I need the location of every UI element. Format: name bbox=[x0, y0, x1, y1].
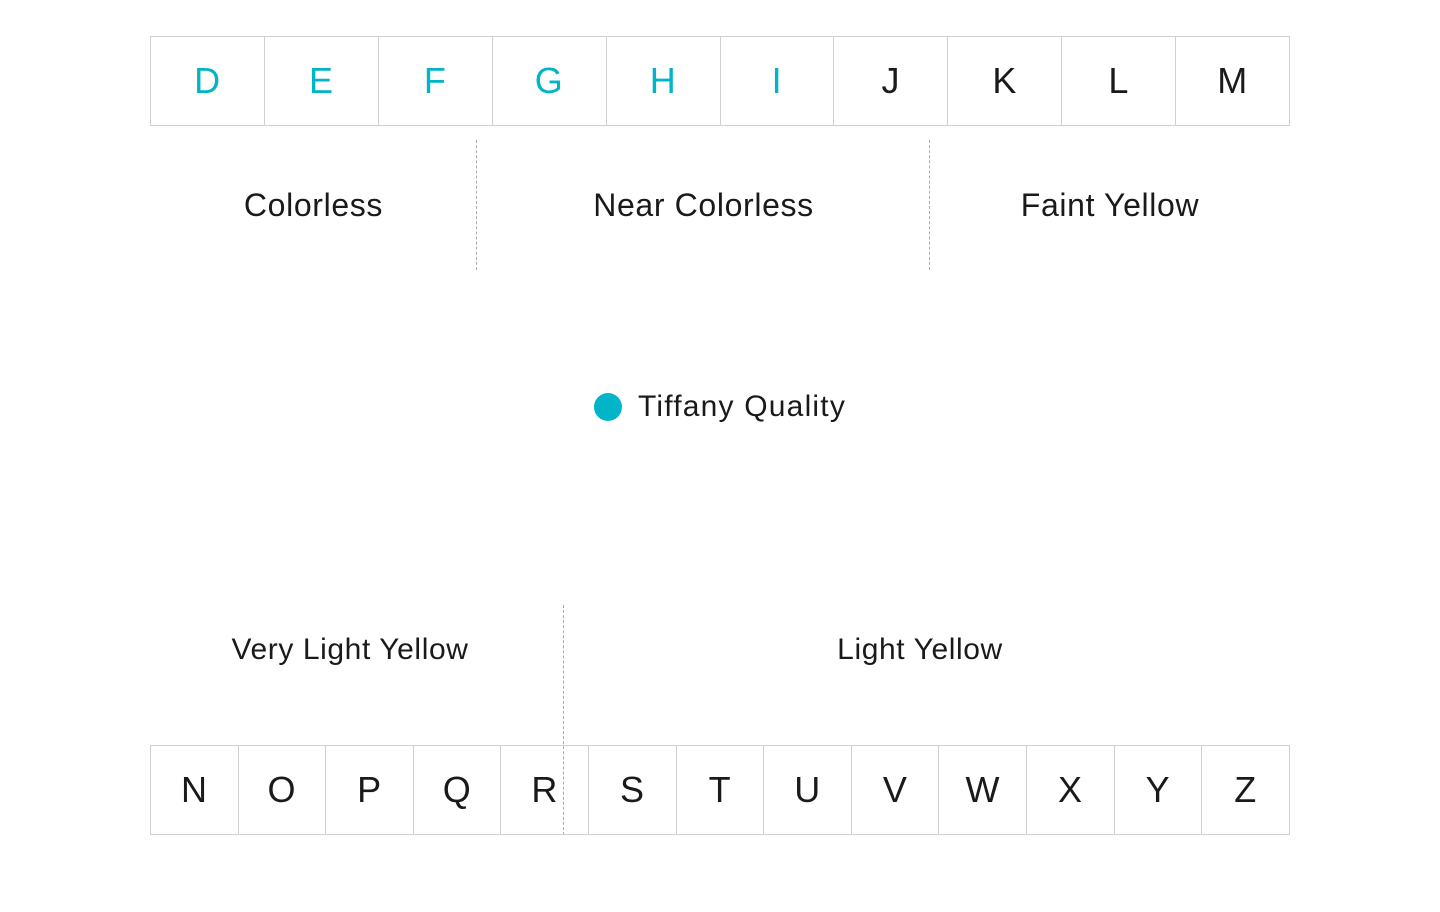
light-yellow-section: Light Yellow bbox=[550, 610, 1290, 690]
bottom-grade-o: O bbox=[239, 746, 327, 834]
top-grade-m: M bbox=[1176, 37, 1289, 125]
bottom-grade-v: V bbox=[852, 746, 940, 834]
light-yellow-label: Light Yellow bbox=[837, 633, 1003, 667]
top-grade-row: DEFGHIJKLM bbox=[150, 36, 1290, 126]
top-grade-i: I bbox=[721, 37, 835, 125]
colorless-label: Colorless bbox=[244, 187, 383, 224]
bottom-grade-t: T bbox=[677, 746, 765, 834]
bottom-categories: Very Light Yellow Light Yellow bbox=[150, 610, 1290, 690]
bottom-grade-r: R bbox=[501, 746, 589, 834]
top-grade-k: K bbox=[948, 37, 1062, 125]
bottom-grade-u: U bbox=[764, 746, 852, 834]
top-grade-j: J bbox=[834, 37, 948, 125]
main-container: DEFGHIJKLM Colorless Near Colorless Fain… bbox=[0, 0, 1440, 912]
colorless-section: Colorless bbox=[150, 140, 477, 270]
faint-yellow-section: Faint Yellow bbox=[930, 140, 1290, 270]
bottom-grade-p: P bbox=[326, 746, 414, 834]
bottom-grade-w: W bbox=[939, 746, 1027, 834]
top-grade-l: L bbox=[1062, 37, 1176, 125]
top-grade-h: H bbox=[607, 37, 721, 125]
near-colorless-section: Near Colorless bbox=[477, 140, 930, 270]
legend-area: Tiffany Quality bbox=[0, 390, 1440, 424]
legend-label: Tiffany Quality bbox=[638, 390, 846, 424]
top-categories: Colorless Near Colorless Faint Yellow bbox=[150, 140, 1290, 270]
top-grade-d: D bbox=[151, 37, 265, 125]
very-light-section: Very Light Yellow bbox=[150, 610, 550, 690]
bottom-grade-y: Y bbox=[1115, 746, 1203, 834]
bottom-grade-z: Z bbox=[1202, 746, 1289, 834]
top-grade-g: G bbox=[493, 37, 607, 125]
faint-yellow-label: Faint Yellow bbox=[1021, 187, 1199, 224]
bottom-grade-n: N bbox=[151, 746, 239, 834]
bottom-grade-s: S bbox=[589, 746, 677, 834]
near-colorless-label: Near Colorless bbox=[593, 187, 814, 224]
bottom-grade-q: Q bbox=[414, 746, 502, 834]
top-grade-f: F bbox=[379, 37, 493, 125]
very-light-label: Very Light Yellow bbox=[231, 633, 468, 667]
top-grade-e: E bbox=[265, 37, 379, 125]
bottom-grade-x: X bbox=[1027, 746, 1115, 834]
tiffany-dot bbox=[594, 393, 622, 421]
bottom-grade-row: NOPQRSTUVWXYZ bbox=[150, 745, 1290, 835]
